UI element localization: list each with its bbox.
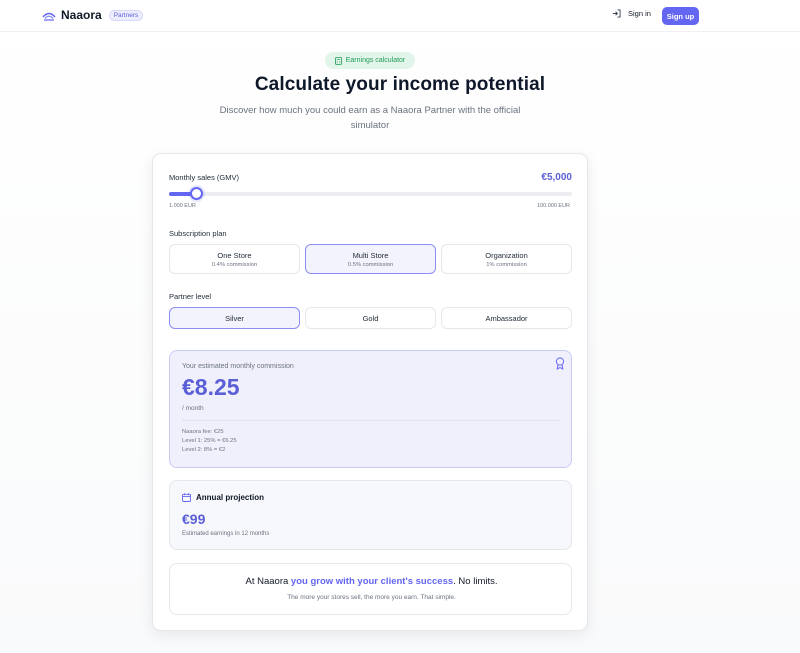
page-subtitle: Discover how much you could earn as a Na… <box>219 105 521 131</box>
earnings-calculator-pill: Earnings calculator <box>325 52 415 69</box>
plan-title: Multi Store <box>352 250 389 260</box>
gmv-slider[interactable] <box>169 187 572 200</box>
breakdown-level-2: Level 2: 8% = €2 <box>182 447 226 453</box>
breakdown-level-1: Level 1: 25% = €6.25 <box>182 438 237 444</box>
tagline-prefix: At Naaora <box>245 576 291 587</box>
annual-caption: Estimated earnings in 12 months <box>182 531 270 537</box>
pill-label: Earnings calculator <box>345 57 406 64</box>
logo-icon <box>42 12 56 21</box>
breakdown-fee: Naaora fee: €25 <box>182 429 224 435</box>
commission-amount: €8.25 <box>182 374 240 400</box>
divider <box>182 420 561 421</box>
tagline-subtext: The more your stores sell, the more you … <box>287 594 456 601</box>
level-option-ambassador[interactable]: Ambassador <box>441 307 572 329</box>
top-navigation: Naaora Partners Sign in Sign up <box>0 0 800 32</box>
calendar-icon <box>182 493 191 502</box>
brand-name: Naaora <box>61 8 102 22</box>
plan-option-multi-store[interactable]: Multi Store 0.5% commission <box>305 244 436 274</box>
page-title: Calculate your income potential <box>254 74 546 95</box>
calculator-card: Monthly sales (GMV) €5,000 1.000 EUR 100… <box>152 153 588 631</box>
plan-commission: 0.4% commission <box>211 261 258 268</box>
annual-amount: €99 <box>182 511 206 527</box>
commission-period: / month <box>182 405 204 412</box>
tagline-headline: At Naaora you grow with your client's su… <box>170 576 573 587</box>
sign-in-link[interactable]: Sign in <box>612 9 651 18</box>
level-title: Ambassador <box>485 313 528 323</box>
plan-commission: 0.5% commission <box>347 261 394 268</box>
plan-title: Organization <box>485 250 528 260</box>
plan-title: One Store <box>217 250 252 260</box>
annual-projection-panel: Annual projection €99 Estimated earnings… <box>169 480 572 550</box>
tagline-panel: At Naaora you grow with your client's su… <box>169 563 572 615</box>
subscription-plan-label: Subscription plan <box>169 229 227 238</box>
plan-option-organization[interactable]: Organization 1% commission <box>441 244 572 274</box>
level-option-silver[interactable]: Silver <box>169 307 300 329</box>
award-icon <box>555 357 565 370</box>
slider-max-label: 100.000 EUR <box>537 203 571 209</box>
plan-commission: 1% commission <box>486 261 527 268</box>
sign-up-button[interactable]: Sign up <box>662 7 699 25</box>
gmv-value: €5,000 <box>541 172 572 183</box>
partners-badge: Partners <box>108 9 144 21</box>
annual-title: Annual projection <box>196 493 264 502</box>
level-option-gold[interactable]: Gold <box>305 307 436 329</box>
brand[interactable]: Naaora Partners <box>42 8 144 22</box>
plan-option-one-store[interactable]: One Store 0.4% commission <box>169 244 300 274</box>
tagline-suffix: . No limits. <box>453 576 498 587</box>
tagline-highlight: you grow with your client's success <box>290 576 454 587</box>
level-title: Gold <box>362 313 379 323</box>
gmv-label: Monthly sales (GMV) <box>169 173 240 182</box>
sign-in-label: Sign in <box>628 9 651 18</box>
partner-level-label: Partner level <box>169 292 212 301</box>
level-title: Silver <box>225 313 244 323</box>
calculator-icon <box>334 56 342 65</box>
commission-caption: Your estimated monthly commission <box>182 363 294 370</box>
slider-thumb[interactable] <box>189 187 203 200</box>
monthly-commission-panel: Your estimated monthly commission €8.25 … <box>169 350 572 468</box>
sign-in-icon <box>612 9 621 18</box>
slider-min-label: 1.000 EUR <box>169 203 196 209</box>
